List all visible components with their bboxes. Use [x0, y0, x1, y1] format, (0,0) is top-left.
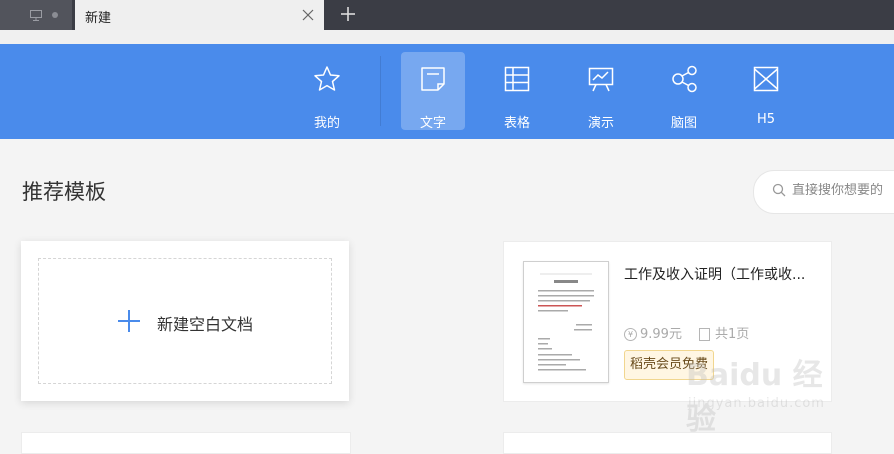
- mindmap-icon: [672, 65, 697, 93]
- watermark-url: jingyan.baidu.com: [688, 396, 825, 411]
- template-title[interactable]: 工作及收入证明（工作或收...: [624, 264, 814, 284]
- nav-label: H5: [756, 112, 776, 127]
- new-blank-document-button[interactable]: 新建空白文档: [38, 258, 332, 384]
- window-controls: [0, 0, 72, 30]
- nav-divider: [380, 56, 381, 126]
- new-blank-document-label: 新建空白文档: [157, 315, 254, 334]
- search-icon: [772, 183, 786, 197]
- section-title: 推荐模板: [22, 180, 106, 204]
- currency-icon: ¥: [624, 328, 637, 341]
- nav-label: 我的: [313, 116, 340, 131]
- nav-item-h5[interactable]: H5: [734, 52, 798, 130]
- template-pages: 共1页: [699, 323, 749, 342]
- price-label: 9.99元: [640, 327, 682, 342]
- tab-new[interactable]: 新建: [75, 0, 324, 30]
- document-icon: [421, 67, 445, 91]
- title-bar: 新建: [0, 0, 894, 30]
- nav-label: 文字: [419, 116, 446, 131]
- nav-item-slides[interactable]: 演示: [569, 52, 633, 131]
- toolbar-strip: [0, 30, 894, 44]
- new-blank-document-card[interactable]: 新建空白文档: [21, 241, 349, 401]
- search-input[interactable]: [792, 183, 894, 198]
- star-icon: [314, 66, 340, 91]
- plus-icon: [118, 310, 140, 332]
- status-dot-icon: [52, 12, 58, 18]
- app-type-nav: 我的 文字 表格 演示 脑图 H5: [0, 44, 894, 139]
- h5-icon: [753, 66, 779, 92]
- nav-item-text[interactable]: 文字: [401, 52, 465, 131]
- baidu-watermark: Baidu 经验 jingyan.baidu.com: [686, 350, 846, 437]
- pages-label: 共1页: [715, 327, 750, 342]
- page-icon: [699, 328, 710, 341]
- nav-label: 演示: [587, 116, 614, 131]
- template-price: ¥9.99元: [624, 323, 682, 342]
- spreadsheet-icon: [504, 66, 530, 92]
- nav-label: 脑图: [670, 116, 697, 131]
- nav-label: 表格: [503, 116, 530, 131]
- tab-title: 新建: [85, 11, 112, 26]
- watermark-text: Baidu 经验: [686, 358, 823, 437]
- new-tab-plus-icon[interactable]: [340, 6, 356, 22]
- template-search[interactable]: [753, 170, 894, 214]
- close-icon[interactable]: [302, 9, 314, 21]
- nav-item-sheet[interactable]: 表格: [485, 52, 549, 131]
- template-thumbnail[interactable]: [523, 261, 609, 383]
- monitor-icon[interactable]: [30, 10, 42, 21]
- document-preview-image: [538, 273, 594, 371]
- presentation-icon: [588, 67, 614, 92]
- template-card-partial[interactable]: [21, 432, 351, 454]
- nav-item-mindmap[interactable]: 脑图: [652, 52, 716, 131]
- nav-item-mine[interactable]: 我的: [295, 52, 359, 131]
